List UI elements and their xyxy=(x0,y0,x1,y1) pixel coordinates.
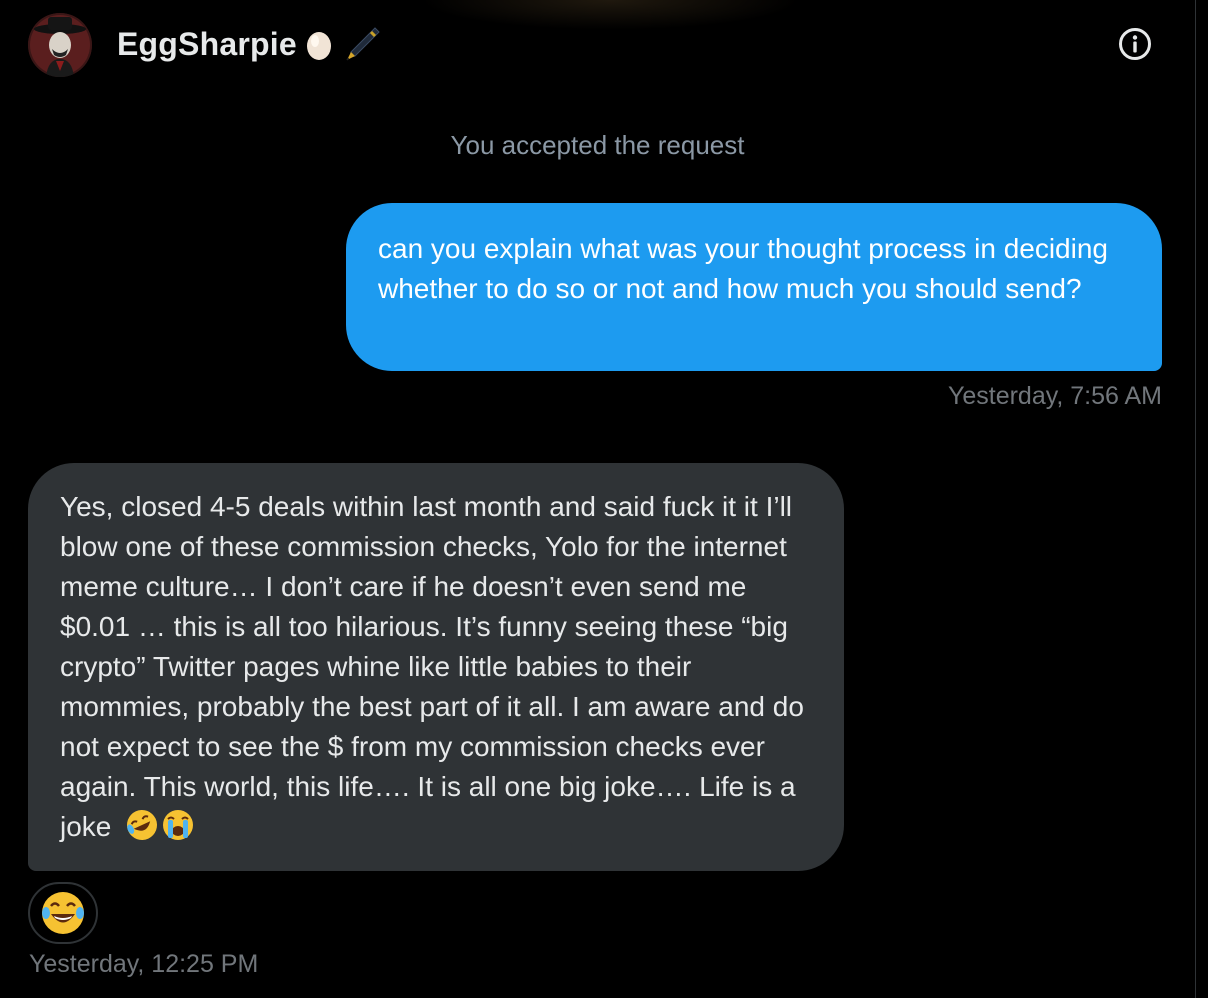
display-name: EggSharpie xyxy=(117,25,297,62)
loudly-crying-face-emoji-icon xyxy=(161,808,195,853)
incoming-message-timestamp: Yesterday, 12:25 PM xyxy=(29,950,259,978)
outgoing-message-timestamp: Yesterday, 7:56 AM xyxy=(947,382,1162,410)
info-circle-icon xyxy=(1119,28,1151,60)
scroll-edge-divider xyxy=(1195,0,1196,998)
outgoing-message-bubble[interactable]: can you explain what was your thought pr… xyxy=(346,203,1162,371)
tears-of-joy-emoji-icon xyxy=(42,892,84,934)
outgoing-message-text: can you explain what was your thought pr… xyxy=(378,233,1108,304)
header-glow xyxy=(420,0,800,30)
egg-emoji-icon xyxy=(305,27,333,61)
incoming-message-text: Yes, closed 4-5 deals within last month … xyxy=(60,491,804,842)
incoming-message-bubble[interactable]: Yes, closed 4-5 deals within last month … xyxy=(28,463,844,871)
pen-emoji-icon xyxy=(341,24,381,64)
display-name-group[interactable]: EggSharpie xyxy=(117,24,381,64)
system-message: You accepted the request xyxy=(450,130,745,160)
avatar-image xyxy=(28,13,92,77)
message-reaction[interactable] xyxy=(28,882,98,944)
dm-conversation-page: EggSharpie You accepted the request can … xyxy=(0,0,1208,998)
conversation-header: EggSharpie xyxy=(0,0,1195,90)
avatar[interactable] xyxy=(28,13,92,77)
rolling-on-floor-laughing-emoji-icon xyxy=(125,808,159,853)
conversation-info-button[interactable] xyxy=(1117,26,1153,62)
